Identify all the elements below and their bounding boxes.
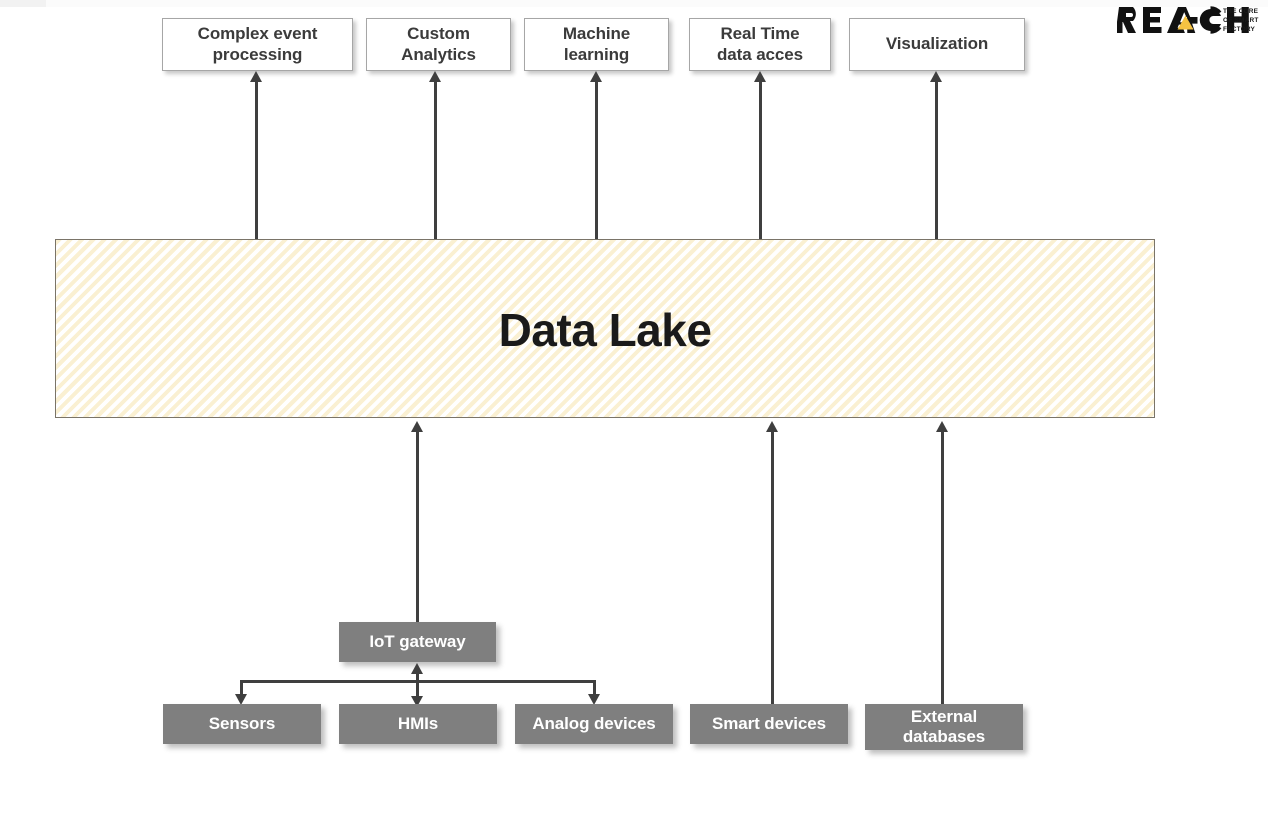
arrow-head-to-complex-event-processing xyxy=(250,71,262,82)
arrow-shaft-to-custom-analytics xyxy=(434,80,437,239)
source-label-line1: Analog devices xyxy=(532,713,656,733)
iot-gateway-box[interactable]: IoT gateway xyxy=(339,622,496,662)
consumer-label-line1: Real Time xyxy=(720,24,800,44)
arrow-shaft-external-databases-to-data-lake xyxy=(941,430,944,704)
source-box-sensors[interactable]: Sensors xyxy=(163,704,321,744)
consumer-label-line1: Complex event xyxy=(197,24,318,44)
consumer-box-label: Complex event processing xyxy=(198,24,318,64)
source-label-line1: HMIs xyxy=(397,713,439,733)
consumer-label-line1: Custom xyxy=(407,24,470,44)
diagram-canvas: Complex event processing Custom Analytic… xyxy=(0,0,1268,818)
arrow-head-to-real-time-data-access xyxy=(754,71,766,82)
source-box-label: External databases xyxy=(903,707,985,747)
source-box-label: HMIs xyxy=(398,714,438,734)
arrow-head-smart-devices-to-data-lake xyxy=(766,421,778,432)
consumer-label-line2: Analytics xyxy=(401,44,476,64)
logo-tagline-line3: FACTORY xyxy=(1223,25,1256,33)
consumer-box-label: Machine learning xyxy=(563,24,630,64)
arrow-head-external-databases-to-data-lake xyxy=(936,421,948,432)
consumer-box-label: Custom Analytics xyxy=(401,24,476,64)
source-box-analog-devices[interactable]: Analog devices xyxy=(515,704,673,744)
consumer-box-label: Visualization xyxy=(886,34,988,54)
consumer-label-line2: learning xyxy=(563,44,630,64)
source-box-external-databases[interactable]: External databases xyxy=(865,704,1023,750)
arrow-shaft-to-real-time-data-access xyxy=(759,80,762,239)
logo-tagline-line1: THE CORE xyxy=(1223,8,1259,15)
bracket-horizontal-line xyxy=(240,680,596,683)
data-lake-box[interactable]: Data Lake xyxy=(55,239,1155,418)
consumer-label-line2: processing xyxy=(212,44,303,64)
consumer-box-complex-event-processing[interactable]: Complex event processing xyxy=(162,18,353,71)
source-label-line1: Sensors xyxy=(208,713,276,733)
logo-tagline-line2: OF SMART xyxy=(1223,16,1259,24)
consumer-box-custom-analytics[interactable]: Custom Analytics xyxy=(366,18,511,71)
source-box-label: Smart devices xyxy=(712,714,826,734)
logo-tagline: THE CORE OF SMART FACTORY xyxy=(1223,8,1259,35)
top-band xyxy=(0,0,1268,7)
source-box-smart-devices[interactable]: Smart devices xyxy=(690,704,848,744)
source-label-line2: databases xyxy=(902,727,986,746)
arrow-head-to-visualization xyxy=(930,71,942,82)
source-box-label: Analog devices xyxy=(532,714,655,734)
top-band-left-segment xyxy=(0,0,46,7)
consumer-box-machine-learning[interactable]: Machine learning xyxy=(524,18,669,71)
arrow-shaft-smart-devices-to-data-lake xyxy=(771,430,774,704)
data-lake-label: Data Lake xyxy=(498,303,712,356)
arrow-head-bracket-to-gateway xyxy=(411,663,423,674)
arrow-shaft-to-visualization xyxy=(935,80,938,239)
iot-gateway-label: IoT gateway xyxy=(369,631,466,651)
consumer-label-line2: data acces xyxy=(717,44,803,64)
consumer-box-visualization[interactable]: Visualization xyxy=(849,18,1025,71)
arrow-shaft-to-machine-learning xyxy=(595,80,598,239)
source-box-hmis[interactable]: HMIs xyxy=(339,704,497,744)
consumer-label-line1: Visualization xyxy=(885,34,989,54)
source-box-label: Sensors xyxy=(209,714,275,734)
reach-logo: THE CORE OF SMART FACTORY xyxy=(1117,4,1265,40)
source-label-line1: External xyxy=(910,706,978,726)
arrow-shaft-to-complex-event-processing xyxy=(255,80,258,239)
arrow-head-to-custom-analytics xyxy=(429,71,441,82)
arrow-head-to-machine-learning xyxy=(590,71,602,82)
consumer-label-line1: Machine xyxy=(562,24,631,44)
arrow-head-gateway-to-data-lake xyxy=(411,421,423,432)
source-label-line1: Smart devices xyxy=(712,713,826,733)
consumer-box-real-time-data-access[interactable]: Real Time data acces xyxy=(689,18,831,71)
consumer-box-label: Real Time data acces xyxy=(717,24,803,64)
